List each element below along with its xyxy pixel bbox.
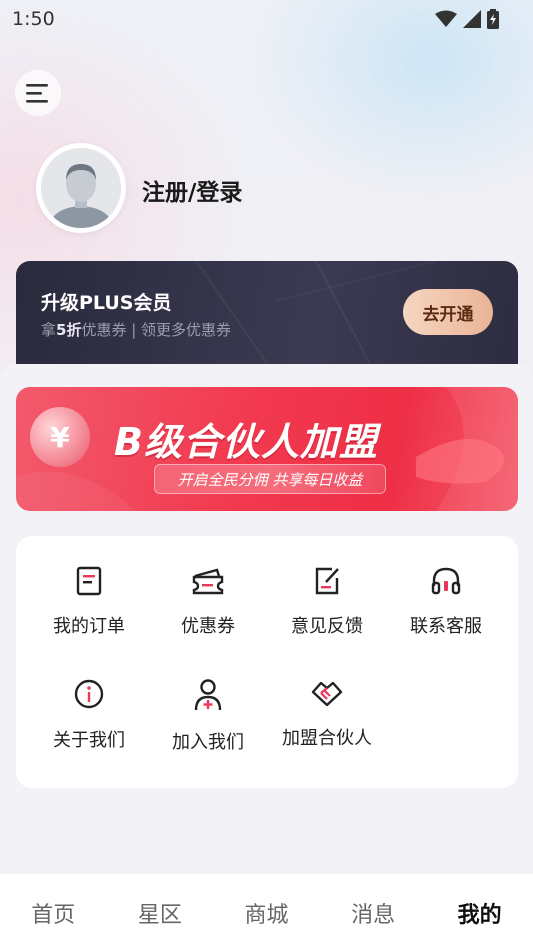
menu-item-coupons[interactable]: 优惠券 xyxy=(149,536,267,637)
battery-icon xyxy=(487,9,499,29)
menu-button[interactable] xyxy=(15,70,61,116)
hamburger-icon xyxy=(26,84,48,103)
order-icon xyxy=(76,566,102,596)
bottom-tab-bar: 首页 星区 商城 消息 我的 xyxy=(0,874,533,948)
tab-mall[interactable]: 商城 xyxy=(213,897,320,929)
coin-icon: ¥ xyxy=(30,407,90,467)
feedback-icon xyxy=(315,567,339,595)
tab-star-zone[interactable]: 星区 xyxy=(107,897,214,929)
avatar[interactable] xyxy=(36,143,126,233)
status-bar: 1:50 xyxy=(0,0,533,38)
signal-icon xyxy=(463,10,481,28)
coupon-icon xyxy=(192,568,224,595)
menu-item-orders[interactable]: 我的订单 xyxy=(30,536,148,637)
menu-item-feedback[interactable]: 意见反馈 xyxy=(268,536,386,637)
plus-membership-card[interactable]: 升级PLUS会员 拿5折优惠券 | 领更多优惠券 去开通 xyxy=(16,261,518,376)
service-menu: 我的订单 优惠券 意见反馈 联系客服 关于我们 加入我们 加盟合伙人 xyxy=(16,536,518,788)
banner-title: B级合伙人加盟 xyxy=(114,420,378,464)
menu-item-support[interactable]: 联系客服 xyxy=(387,536,505,637)
status-time: 1:50 xyxy=(12,8,55,30)
tab-mine[interactable]: 我的 xyxy=(426,897,533,929)
activate-plus-button[interactable]: 去开通 xyxy=(403,289,493,335)
default-avatar-icon xyxy=(41,148,121,228)
plus-subtitle: 拿5折优惠券 | 领更多优惠券 xyxy=(41,321,232,339)
headset-icon xyxy=(431,567,461,595)
menu-item-join[interactable]: 加入我们 xyxy=(149,648,267,753)
wifi-icon xyxy=(435,10,457,27)
menu-item-about[interactable]: 关于我们 xyxy=(30,648,148,751)
plus-title: 升级PLUS会员 xyxy=(41,292,172,314)
add-user-icon xyxy=(194,679,222,711)
partner-banner[interactable]: ¥ B级合伙人加盟 开启全民分佣 共享每日收益 xyxy=(16,387,518,511)
status-icons xyxy=(435,9,499,29)
tab-home[interactable]: 首页 xyxy=(0,897,107,929)
tab-messages[interactable]: 消息 xyxy=(320,897,427,929)
menu-item-partner[interactable]: 加盟合伙人 xyxy=(268,648,386,749)
handshake-icon xyxy=(311,681,343,707)
login-link[interactable]: 注册/登录 xyxy=(142,173,242,207)
banner-subtitle: 开启全民分佣 共享每日收益 xyxy=(154,464,386,494)
info-icon xyxy=(74,679,104,709)
